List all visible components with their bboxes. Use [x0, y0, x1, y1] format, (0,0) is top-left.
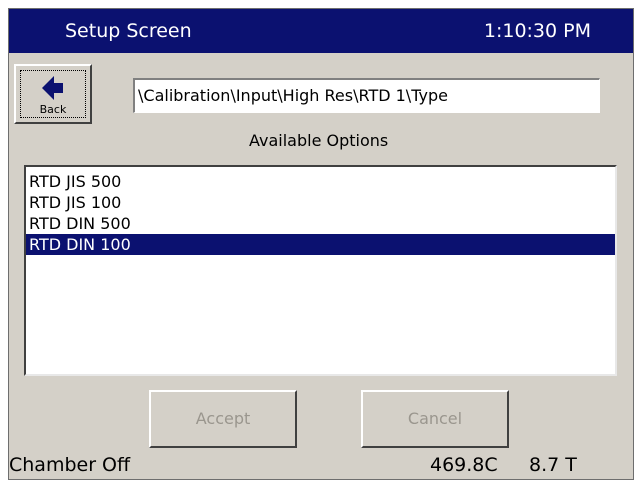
- title-bar: Setup Screen 1:10:30 PM: [9, 9, 633, 53]
- time-readout: 8.7 T: [529, 454, 577, 476]
- chamber-status: Chamber Off: [9, 454, 131, 476]
- options-listbox[interactable]: RTD JIS 500 RTD JIS 100 RTD DIN 500 RTD DIN…: [24, 165, 617, 376]
- back-button-label: Back: [39, 103, 67, 116]
- back-button[interactable]: Back: [14, 64, 92, 124]
- menu-path-field: \Calibration\Input\High Res\RTD 1\Type: [133, 78, 600, 113]
- clock-display: 1:10:30 PM: [483, 20, 591, 42]
- accept-button[interactable]: Accept: [149, 390, 297, 448]
- screen-title: Setup Screen: [65, 20, 192, 42]
- options-heading: Available Options: [249, 131, 389, 150]
- list-item[interactable]: RTD DIN 100: [26, 234, 615, 255]
- list-item[interactable]: RTD JIS 100: [26, 192, 615, 213]
- temperature-readout: 469.8C: [430, 454, 498, 476]
- cancel-button[interactable]: Cancel: [361, 390, 509, 448]
- setup-screen-window: Setup Screen 1:10:30 PM Back \Calibratio…: [8, 8, 634, 480]
- list-item[interactable]: RTD DIN 500: [26, 213, 615, 234]
- left-arrow-icon: [42, 76, 63, 100]
- list-item[interactable]: RTD JIS 500: [26, 171, 615, 192]
